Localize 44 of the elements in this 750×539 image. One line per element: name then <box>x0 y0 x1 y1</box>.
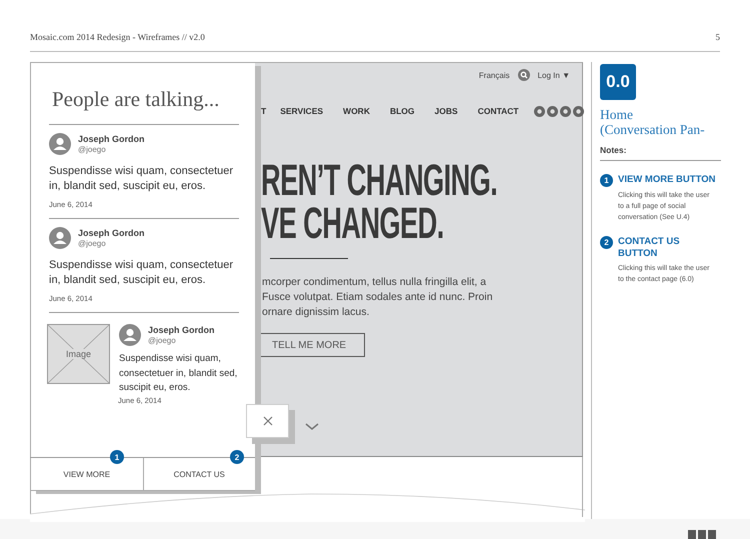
login-link[interactable]: Log In ▼ <box>538 70 570 80</box>
avatar-icon <box>119 324 141 346</box>
post-text: Suspendisse wisi quam, consectetuer in, blandit sed, suscipit eu, eros. <box>119 352 238 395</box>
logo-icon <box>688 530 716 539</box>
social-icon[interactable] <box>572 106 584 116</box>
author-handle: @joego <box>78 239 107 248</box>
nav-link[interactable]: BLOG <box>390 106 415 116</box>
search-icon[interactable] <box>518 69 530 81</box>
author-name: Joseph Gordon <box>148 325 215 335</box>
hero-heading: REN’T CHANGING. <box>261 159 498 202</box>
nav-link[interactable]: T <box>261 106 266 116</box>
nav-link[interactable]: SERVICES <box>280 106 324 116</box>
callout-marker: 1 <box>110 450 124 464</box>
close-icon[interactable] <box>262 416 272 426</box>
nav-link[interactable]: CONTACT <box>478 106 519 116</box>
author-name: Joseph Gordon <box>78 134 145 144</box>
screen-number-badge: 0.0 <box>600 64 636 100</box>
callout-marker: 1 <box>600 174 613 187</box>
social-icon[interactable] <box>560 106 571 116</box>
post-text: Suspendisse wisi quam, consectetuer in, blandit sed, suscipit eu, eros. <box>49 164 234 194</box>
screen-title: Home (Conversation Pan- <box>600 107 706 137</box>
hero-paragraph: mcorper condimentum, tellus nulla fringilla elit, a Fusce volutpat. Etiam sodales ante id nunc. Proin ornare dignissim lacus. <box>262 275 494 320</box>
social-icon[interactable] <box>546 106 558 116</box>
callout-marker: 2 <box>600 236 613 249</box>
placeholder-label: Image <box>64 349 92 359</box>
hero-heading: VE CHANGED. <box>261 202 444 245</box>
nav-link[interactable]: JOBS <box>434 106 458 116</box>
social-icon[interactable] <box>534 106 545 116</box>
avatar-icon <box>49 133 71 155</box>
note-title: VIEW MORE BUTTON <box>618 174 716 186</box>
author-name: Joseph Gordon <box>78 228 145 238</box>
post-text: Suspendisse wisi quam, consectetuer in, blandit sed, suscipit eu, eros. <box>49 258 234 288</box>
note-title: CONTACT US BUTTON <box>618 236 681 260</box>
author-handle: @joego <box>78 145 107 154</box>
language-link[interactable]: Français <box>478 70 510 80</box>
avatar-icon <box>49 227 71 249</box>
document-title: Mosaic.com 2014 Redesign - Wireframes // v2.0 <box>30 32 205 42</box>
callout-marker: 2 <box>230 450 244 464</box>
page-number: 5 <box>716 32 720 42</box>
nav-link[interactable]: WORK <box>343 106 370 116</box>
panel-title: People are talking... <box>49 63 239 125</box>
notes-heading: Notes: <box>600 145 721 161</box>
author-handle: @joego <box>148 336 177 345</box>
chevron-down-icon[interactable] <box>305 423 319 430</box>
